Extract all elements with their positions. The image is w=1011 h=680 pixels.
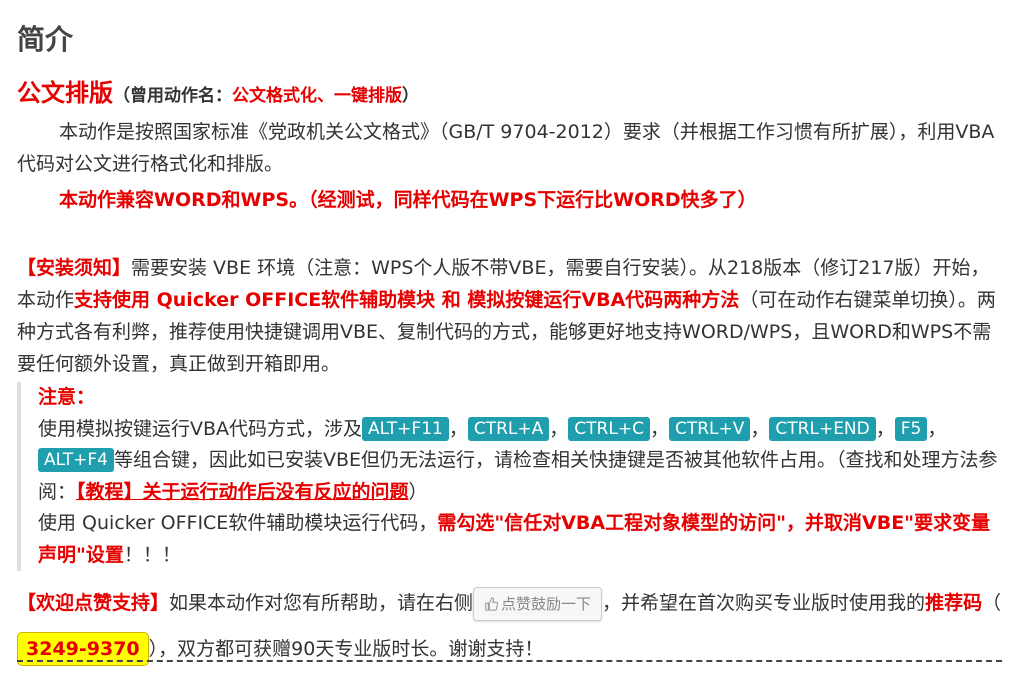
note-line-2: 使用 Quicker OFFICE软件辅助模块运行代码，需勾选"信任对VBA工程…: [38, 508, 1002, 571]
tutorial-link[interactable]: 【教程】关于运行动作后没有反应的问题: [76, 481, 409, 503]
key-badge: CTRL+C: [568, 416, 650, 441]
compat-note: 本动作兼容WORD和WPS。（经测试，同样代码在WPS下运行比WORD快多了）: [59, 189, 757, 211]
key-badge: CTRL+V: [668, 416, 751, 441]
alias-open: （曾用动作名：: [113, 86, 232, 106]
note-line1-end: ）: [408, 480, 428, 503]
comma: ，: [649, 417, 669, 440]
alias-2: 一键排版: [334, 86, 402, 106]
key-badge: CTRL+END: [769, 416, 876, 441]
action-heading: 公文排版（曾用动作名：公文格式化、一键排版）: [17, 76, 419, 113]
key-badge: F5: [894, 416, 928, 441]
alias-separator: 、: [317, 86, 334, 106]
note-title: 注意：: [38, 386, 96, 408]
key-badge: CTRL+A: [467, 416, 550, 441]
intro-title: 简介: [17, 23, 74, 56]
comma: ，: [549, 417, 569, 440]
comma: ，: [927, 417, 947, 440]
intro-paragraph: 本动作是按照国家标准《党政机关公文格式》（GB/T 9704-2012）要求（并…: [17, 121, 995, 175]
referral-label: 推荐码: [925, 592, 983, 614]
comma: ，: [750, 417, 770, 440]
note-line1-prefix: 使用模拟按键运行VBA代码方式，涉及: [38, 417, 363, 440]
install-label: 【安装须知】: [17, 257, 132, 279]
action-name: 公文排版: [17, 79, 113, 107]
note-block: 注意： 使用模拟按键运行VBA代码方式，涉及 ALT+F11， CTRL+A， CTR…: [17, 382, 1002, 571]
comma: ，: [448, 417, 468, 440]
like-button[interactable]: 点赞鼓励一下: [473, 586, 603, 621]
key-badge: ALT+F11: [362, 416, 449, 441]
support-text-3: ），双方都可获赠90天专业版时长。谢谢支持！: [148, 638, 544, 660]
support-label: 【欢迎点赞支持】: [17, 592, 170, 614]
key-badge: ALT+F4: [38, 448, 114, 472]
support-text-2: ，并希望在首次购买专业版时使用我的: [602, 592, 926, 614]
support-text-1: 如果本动作对您有所帮助，请在右侧: [169, 592, 474, 614]
like-button-label: 点赞鼓励一下: [501, 594, 592, 613]
note-line2-end: ！！！: [123, 543, 181, 566]
thumbs-up-icon: [485, 596, 499, 611]
alias-close: ）: [402, 86, 419, 106]
install-paragraph: 【安装须知】需要安装 VBE 环境（注意：WPS个人版不带VBE，需要自行安装）…: [17, 252, 1002, 380]
note-line-1: 使用模拟按键运行VBA代码方式，涉及 ALT+F11， CTRL+A， CTRL+C，…: [38, 414, 1002, 509]
code-open-paren: （: [982, 592, 1002, 614]
dashed-separator: [17, 660, 1002, 662]
support-paragraph: 【欢迎点赞支持】如果本动作对您有所帮助，请在右侧 点赞鼓励一下 ，并希望在首次购买专…: [17, 580, 1002, 672]
install-highlight: 支持使用 Quicker OFFICE软件辅助模块 和 模拟按键运行VBA代码两…: [74, 289, 740, 311]
comma: ，: [875, 417, 895, 440]
note-line2-prefix: 使用 Quicker OFFICE软件辅助模块运行代码，: [38, 512, 438, 534]
alias-1: 公文格式化: [232, 86, 317, 106]
